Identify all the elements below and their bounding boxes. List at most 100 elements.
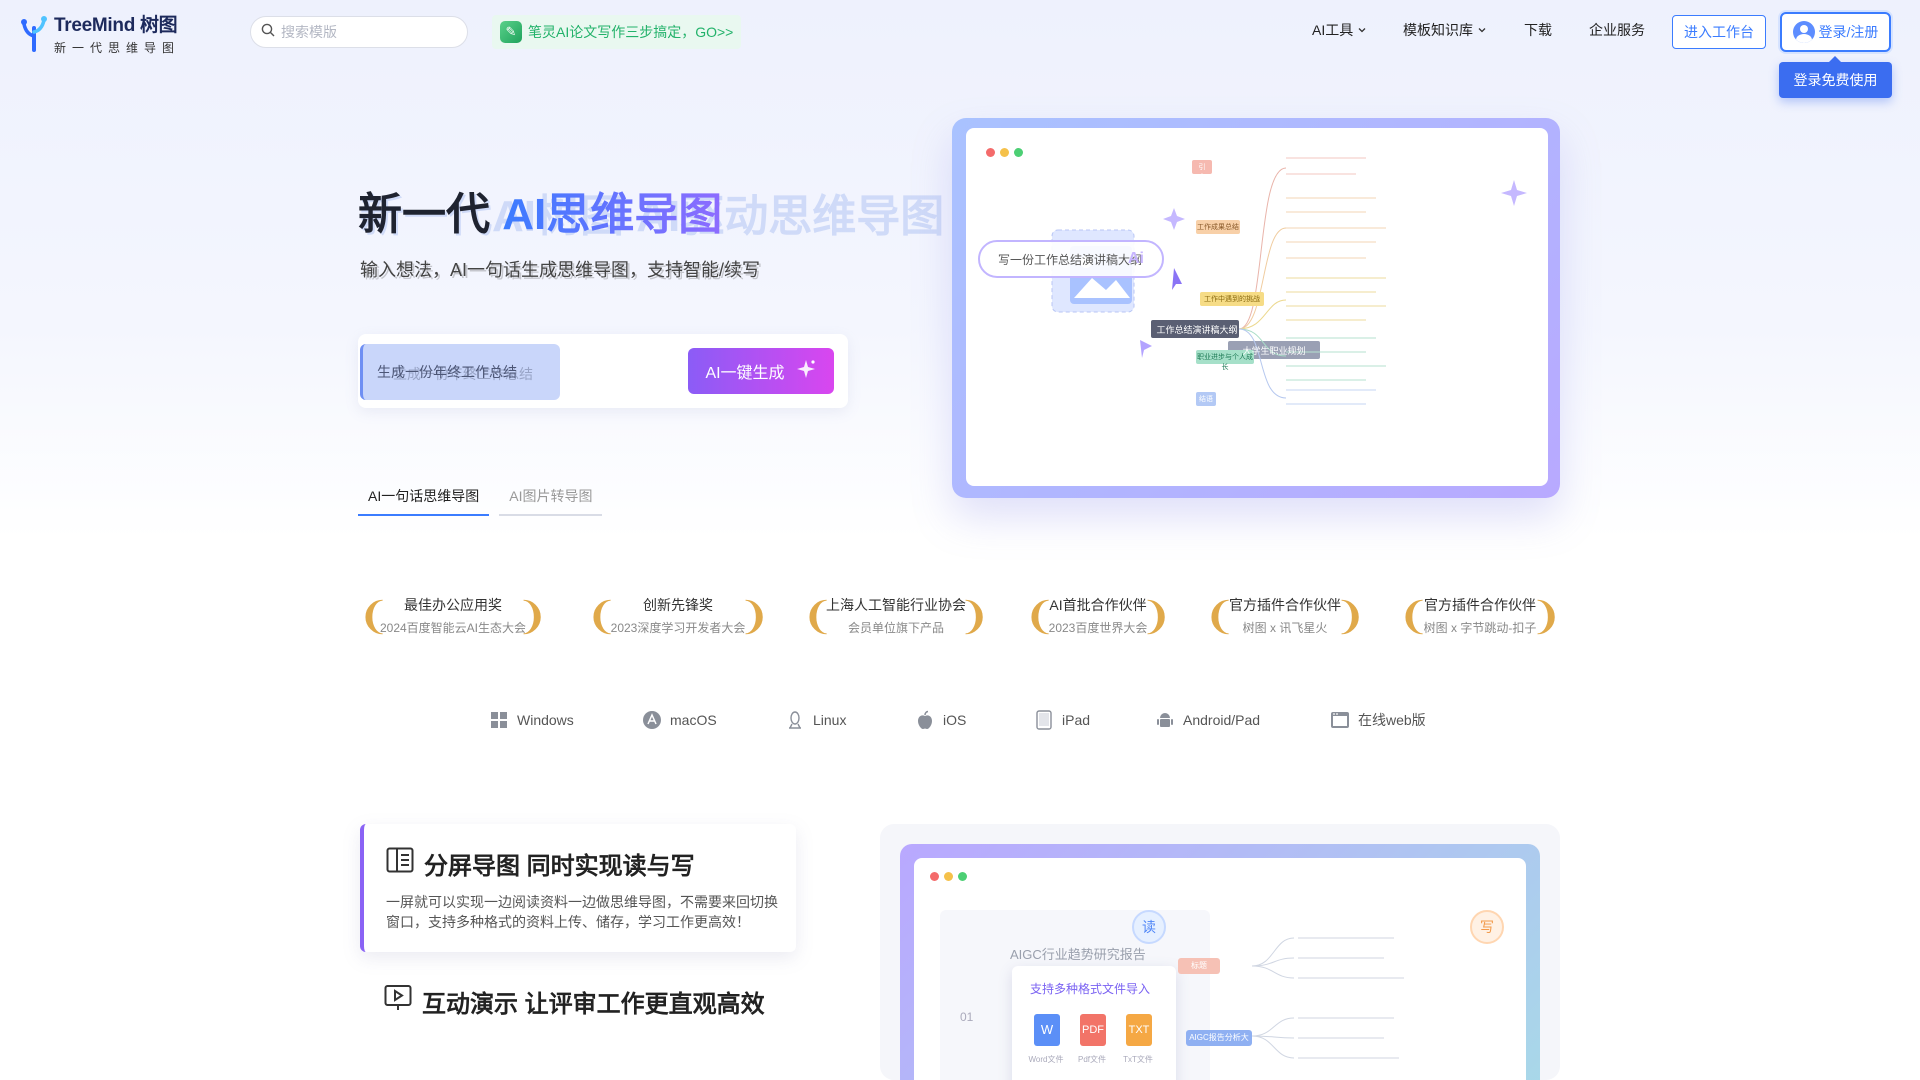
feature-present-heading: 互动演示 让评审工作更直观高效 (422, 991, 765, 1018)
mindmap-illustration (1051, 157, 1527, 406)
window-dots (930, 872, 967, 881)
nav-label: 下载 (1524, 22, 1552, 38)
logo-tagline: 新一代思维导图 (54, 41, 181, 55)
award-card: ❨ 最佳办公应用奖 2024百度智能云AI生态大会 ❩ (358, 595, 548, 639)
platform-label: iPad (1062, 712, 1091, 728)
window-dot-yellow (944, 872, 953, 881)
file-type-label: TxT文件 (1123, 1055, 1153, 1064)
presentation-icon (384, 984, 412, 1019)
laurel-left-icon: ❨ (802, 596, 834, 638)
promo-banner[interactable]: ✎ 笔灵AI论文写作三步搞定，GO>> (492, 15, 742, 49)
top-header: TreeMind 树图 新一代思维导图 ✎ 笔灵AI论文写作三步搞定，GO>> … (0, 0, 1920, 98)
laurel-left-icon: ❨ (1024, 596, 1056, 638)
windows-icon (489, 710, 509, 730)
hero-tabs: AI一句话思维导图 AI图片转导图 (358, 480, 603, 516)
branch-challenges: 工作中遇到的挑战 (1204, 296, 1260, 303)
file-type-label: Pdf文件 (1077, 1055, 1106, 1064)
hero-title-plain: 新一代 (358, 190, 490, 239)
ai-badge: Ai (1128, 250, 1144, 267)
search-box[interactable] (250, 16, 468, 48)
platform-label: iOS (943, 712, 967, 728)
award-card: ❨ 官方插件合作伙伴 树图 x 讯飞星火 ❩ (1204, 595, 1366, 639)
doc-title: AIGC行业趋势研究报告 (1010, 947, 1146, 962)
nav-template-library[interactable]: 模板知识库 (1403, 20, 1487, 40)
laurel-right-icon: ❩ (1140, 596, 1172, 638)
prompt-text: 写一份工作总结演讲稿大纲 (998, 252, 1143, 267)
macos-icon (642, 710, 662, 730)
word-file-icon: W (1034, 1014, 1060, 1046)
upload-title: 支持多种格式文件导入 (1030, 982, 1151, 996)
nav-enterprise[interactable]: 企业服务 (1589, 20, 1645, 40)
mindmap-preview: 写一份工作总结演讲稿大纲 Ai 工作总结演讲稿大纲 大学生职业规划 引言 工作成… (952, 118, 1560, 498)
feature-split-description: 一屏就可以实现一边阅读资料一边做思维导图，不需要来回切换窗口，支持多种格式的资料… (386, 894, 778, 930)
idea-input[interactable]: 生成一份年终工作总结 生成一份年终工作总结 (360, 344, 560, 400)
platform-label: Windows (517, 712, 574, 728)
platform-macos[interactable]: macOS (642, 710, 717, 730)
feature-split-title: 分屏导图 同时实现读与写 (386, 846, 695, 881)
platform-ios[interactable]: iOS (915, 710, 966, 730)
upload-popup: 支持多种格式文件导入 W PDF TXT Word文件 Pdf文件 TxT文件 (1012, 966, 1176, 1080)
platform-linux[interactable]: Linux (785, 710, 846, 730)
search-icon (261, 23, 275, 42)
platform-web[interactable]: 在线web版 (1330, 710, 1426, 730)
user-avatar-icon (1792, 21, 1815, 43)
ai-generate-label: AI一键生成 (705, 365, 785, 382)
laurel-right-icon: ❩ (738, 596, 770, 638)
ipad-icon (1034, 710, 1054, 730)
login-register-button[interactable]: 登录/注册 (1780, 12, 1891, 52)
apple-icon (915, 710, 935, 730)
tab-ai-image-to-map[interactable]: AI图片转导图 (499, 480, 603, 516)
treemind-logo-icon (20, 14, 48, 52)
idea-input-ghost: 生成一份年终工作总结 (393, 366, 533, 382)
window-dot-red (930, 872, 939, 881)
split-screen-preview: AIGC行业趋势研究报告 01 02 读 写 支持多种格式文件导入 W PDF … (880, 824, 1560, 1080)
branch-results: 工作成果总结 (1197, 224, 1239, 231)
platform-label: Linux (813, 712, 847, 728)
hero-title: 新一代 AI思维导图 (358, 178, 722, 242)
web-icon (1330, 710, 1350, 730)
award-card: ❨ 上海人工智能行业协会 会员单位旗下产品 ❩ (802, 595, 990, 639)
search-input[interactable] (281, 24, 451, 40)
read-badge: 读 (1132, 910, 1166, 944)
ai-generate-button[interactable]: AI一键生成 (688, 348, 834, 394)
award-card: ❨ 官方插件合作伙伴 树图 x 字节跳动-扣子 ❩ (1398, 595, 1562, 639)
laurel-right-icon: ❩ (1530, 596, 1562, 638)
feature-split-heading: 分屏导图 同时实现读与写 (424, 853, 695, 880)
platform-label: macOS (670, 712, 717, 728)
logo[interactable]: TreeMind 树图 新一代思维导图 (20, 10, 180, 56)
nav-label: 模板知识库 (1403, 22, 1473, 38)
split-screen-icon (386, 847, 414, 880)
platform-windows[interactable]: Windows (489, 710, 574, 730)
nav-download[interactable]: 下载 (1524, 20, 1552, 40)
chevron-down-icon (1477, 22, 1487, 38)
mindmap-lines (1251, 937, 1404, 1059)
laurel-right-icon: ❩ (1334, 596, 1366, 638)
sparkle-icon (795, 358, 817, 385)
platform-ipad[interactable]: iPad (1034, 710, 1090, 730)
nav-label: AI工具 (1312, 22, 1354, 38)
award-card: ❨ AI首批合作伙伴 2023百度世界大会 ❩ (1024, 595, 1172, 639)
linux-icon (785, 710, 805, 730)
branch-conclusion: 结语 (1199, 396, 1213, 403)
platform-android[interactable]: Android/Pad (1155, 710, 1260, 730)
laurel-left-icon: ❨ (358, 596, 390, 638)
pdf-file-icon: PDF (1080, 1014, 1106, 1046)
login-label: 登录/注册 (1818, 24, 1879, 40)
laurel-right-icon: ❩ (958, 596, 990, 638)
nav-ai-tools[interactable]: AI工具 (1312, 20, 1367, 40)
central-node: 工作总结演讲稿大纲 (1156, 325, 1238, 335)
branch-growth: 职业进步与个人成长 (1197, 354, 1253, 371)
enter-workspace-button[interactable]: 进入工作台 (1672, 15, 1766, 49)
tab-ai-one-sentence[interactable]: AI一句话思维导图 (358, 480, 490, 516)
chevron-down-icon (1357, 22, 1367, 38)
logo-name: TreeMind 树图 (54, 15, 178, 36)
login-free-tooltip[interactable]: 登录免费使用 (1779, 56, 1892, 98)
laurel-right-icon: ❩ (516, 596, 548, 638)
feature-present-title[interactable]: 互动演示 让评审工作更直观高效 (384, 984, 765, 1019)
txt-file-icon: TXT (1126, 1014, 1152, 1046)
outline-01: 01 (960, 1010, 974, 1024)
feature-split-screen-card[interactable]: 分屏导图 同时实现读与写 一屏就可以实现一边阅读资料一边做思维导图，不需要来回切… (360, 824, 796, 952)
android-icon (1155, 710, 1175, 730)
laurel-left-icon: ❨ (1204, 596, 1236, 638)
prompt-pill: 写一份工作总结演讲稿大纲 Ai (978, 240, 1164, 278)
